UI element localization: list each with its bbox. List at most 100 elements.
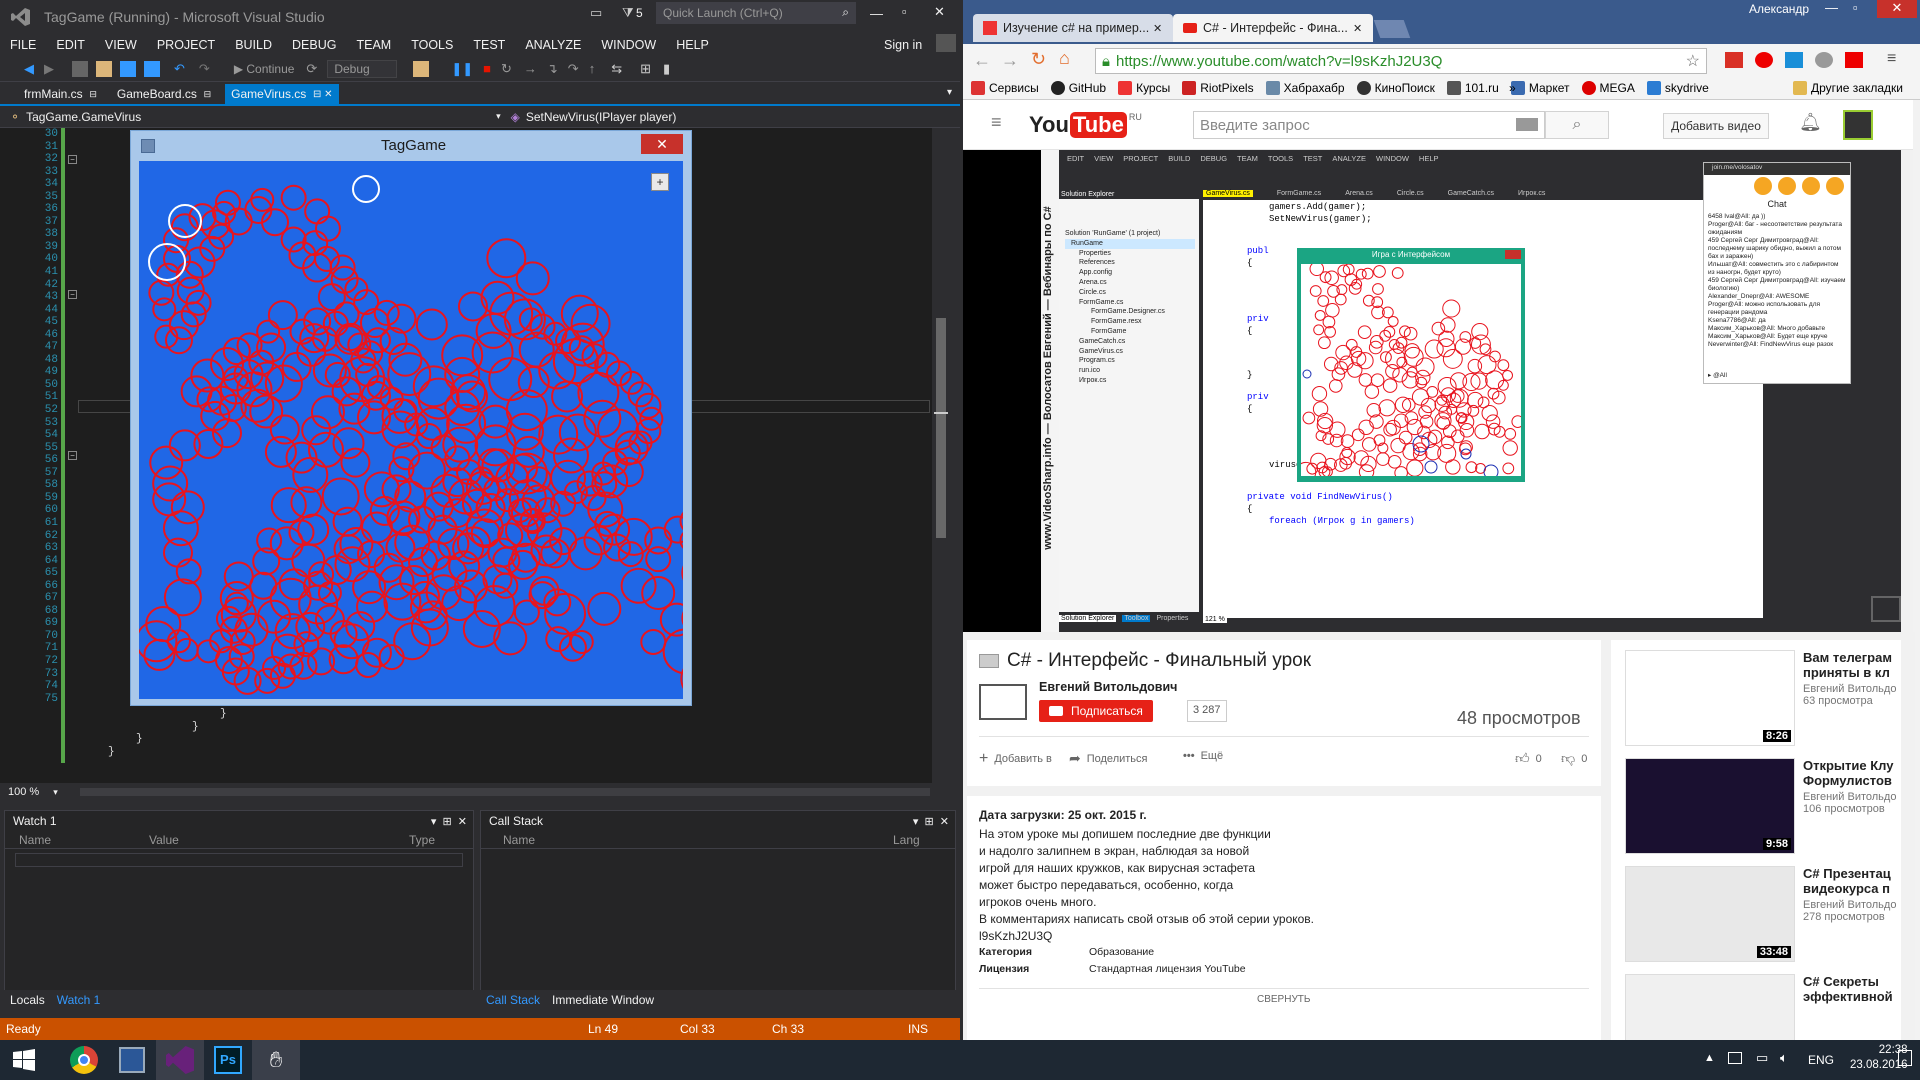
globe-extension-icon[interactable] <box>1815 52 1833 68</box>
related-video-title2[interactable]: видеокурса п <box>1803 881 1896 896</box>
col-name[interactable]: Name <box>503 833 893 847</box>
dislike-button[interactable]: 👎︎ 0 <box>1561 750 1587 767</box>
col-lang[interactable]: Lang <box>893 833 920 847</box>
tab-pin-icon[interactable]: ⊟ <box>89 89 97 100</box>
network-icon[interactable]: ▭ <box>1756 1050 1768 1066</box>
save-icon[interactable] <box>120 60 136 77</box>
new-tab-button[interactable] <box>1373 20 1411 38</box>
close-button[interactable]: ✕ <box>641 134 683 154</box>
avatar[interactable] <box>1843 110 1873 140</box>
gmail-extension-icon[interactable] <box>1725 52 1743 68</box>
tab-watch1[interactable]: Watch 1 <box>51 993 107 1007</box>
close-button[interactable]: ✕ <box>1877 0 1917 18</box>
channel-avatar[interactable] <box>979 684 1027 720</box>
related-video-title[interactable]: Вам телеграм <box>1803 650 1896 665</box>
config-dropdown[interactable]: Debug <box>327 59 398 78</box>
bookmark-github[interactable]: GitHub <box>1050 80 1106 95</box>
restore-button[interactable]: ▫ <box>1853 0 1858 15</box>
menu-icon[interactable]: ≡ <box>1887 50 1896 68</box>
tab-call-stack[interactable]: Call Stack <box>480 993 546 1007</box>
tab-close-icon[interactable]: ⊟ ✕ <box>313 89 333 100</box>
collapse-toggle-icon[interactable]: − <box>68 451 77 460</box>
video-player[interactable]: www.VideoSharp.info — Волосатов Евгений … <box>963 150 1913 632</box>
video-thumbnail[interactable]: 8:26 <box>1625 650 1795 746</box>
search-input[interactable]: Введите запрос <box>1200 117 1310 134</box>
collapse-button[interactable]: СВЕРНУТЬ <box>1257 994 1310 1005</box>
home-icon[interactable]: ⌂ <box>1059 48 1070 69</box>
redo-icon[interactable]: ↷ <box>199 61 210 77</box>
watch-empty-row[interactable] <box>15 853 463 867</box>
account-icon[interactable] <box>936 34 956 52</box>
collapse-toggle-icon[interactable]: − <box>68 155 77 164</box>
tab-close-icon[interactable]: ✕ <box>1153 22 1162 35</box>
minimize-button[interactable]: — <box>1825 0 1838 15</box>
col-value[interactable]: Value <box>149 833 409 847</box>
other-bookmarks[interactable]: Другие закладки <box>1793 80 1903 95</box>
menu-analyze[interactable]: ANALYZE <box>515 38 591 52</box>
more-button[interactable]: ••• Ещё <box>1183 750 1223 762</box>
search-box[interactable]: Введите запрос <box>1193 111 1545 139</box>
col-type[interactable]: Type <box>409 833 435 847</box>
tray-display-icon[interactable] <box>1728 1052 1742 1064</box>
taskbar-photoshop[interactable]: Ps <box>204 1040 252 1080</box>
panel-controls[interactable]: ▾ ⊞ ✕ <box>913 815 949 828</box>
menu-file[interactable]: FILE <box>0 38 46 52</box>
bookmark-market[interactable]: Маркет <box>1510 80 1570 95</box>
video-thumbnail[interactable]: 33:48 <box>1625 866 1795 962</box>
bookmark-courses[interactable]: Курсы <box>1118 80 1170 95</box>
player-scrollbar[interactable] <box>1901 150 1913 632</box>
sign-in-link[interactable]: Sign in <box>874 38 932 52</box>
extension-icon[interactable] <box>1845 52 1863 68</box>
new-project-icon[interactable] <box>72 60 88 77</box>
taskbar-save-app[interactable] <box>108 1040 156 1080</box>
keyboard-icon[interactable] <box>1516 118 1538 131</box>
bookmark-habr[interactable]: Хабрахабр <box>1265 80 1345 95</box>
chrome-tab-2[interactable]: C# - Интерфейс - Фина... ✕ <box>1173 14 1373 42</box>
related-video-title[interactable]: C# Секреты <box>1803 974 1893 989</box>
related-video-title[interactable]: C# Презентац <box>1803 866 1896 881</box>
bookmark-riotpixels[interactable]: RiotPixels <box>1182 80 1254 95</box>
tab-locals[interactable]: Locals <box>4 993 51 1007</box>
bookmark-services[interactable]: Сервисы <box>971 80 1039 95</box>
guide-menu-icon[interactable]: ≡ <box>991 112 1002 133</box>
tab-overflow-icon[interactable]: ▾ <box>947 87 952 98</box>
url-text[interactable]: https://www.youtube.com/watch?v=l9sKzhJ2… <box>1116 53 1442 70</box>
input-language[interactable]: ENG <box>1808 1053 1834 1067</box>
collapse-toggle-icon[interactable]: − <box>68 290 77 299</box>
open-file-icon[interactable] <box>96 60 112 77</box>
chrome-tab-1[interactable]: Изучение c# на пример... ✕ <box>973 14 1173 42</box>
add-to-button[interactable]: + Добавить в <box>979 750 1052 768</box>
youtube-logo[interactable]: You Tube RU <box>1029 112 1142 138</box>
channel-name[interactable]: Евгений Витольдович <box>1039 680 1177 694</box>
back-icon[interactable]: ← <box>973 50 991 71</box>
subscribe-button[interactable]: Подписаться <box>1039 700 1153 722</box>
hex-display-icon[interactable]: ⇆ <box>611 61 622 77</box>
scrollbar-thumb[interactable] <box>936 318 946 538</box>
menu-debug[interactable]: DEBUG <box>282 38 346 52</box>
taggame-window[interactable]: TagGame ✕ + <box>130 130 692 706</box>
filter-icon[interactable]: ⧩ <box>622 5 634 21</box>
related-video-item[interactable]: C# Секреты эффективной <box>1625 974 1901 1040</box>
extension-icon[interactable] <box>1785 52 1803 68</box>
back-nav-icon[interactable]: ◀ <box>24 61 34 77</box>
menu-edit[interactable]: EDIT <box>46 38 94 52</box>
taskbar-joinme[interactable]: ✋︎ <box>252 1040 300 1080</box>
restore-button[interactable]: ▫ <box>902 4 907 19</box>
close-button[interactable]: ✕ <box>934 4 945 20</box>
bookmarks-overflow[interactable]: » <box>1509 81 1516 95</box>
step-out-icon[interactable]: ↑ <box>589 61 596 76</box>
add-button[interactable]: + <box>651 173 669 191</box>
menu-team[interactable]: TEAM <box>346 38 401 52</box>
menu-view[interactable]: VIEW <box>95 38 147 52</box>
refresh-icon[interactable]: ⟳ <box>306 61 317 77</box>
adblock-extension-icon[interactable] <box>1755 52 1773 68</box>
video-thumbnail[interactable]: 9:58 <box>1625 758 1795 854</box>
zoom-level[interactable]: 100 % <box>8 786 39 798</box>
upload-button[interactable]: Добавить видео <box>1663 113 1769 139</box>
category-value[interactable]: Образование <box>1089 946 1154 958</box>
tab-frmmain[interactable]: frmMain.cs ⊟ <box>18 84 103 104</box>
tab-gameboard[interactable]: GameBoard.cs ⊟ <box>111 84 217 104</box>
video-thumbnail[interactable] <box>1625 974 1795 1040</box>
debug-target-icon[interactable] <box>413 60 430 77</box>
step-over-icon[interactable]: ↷ <box>568 61 579 77</box>
